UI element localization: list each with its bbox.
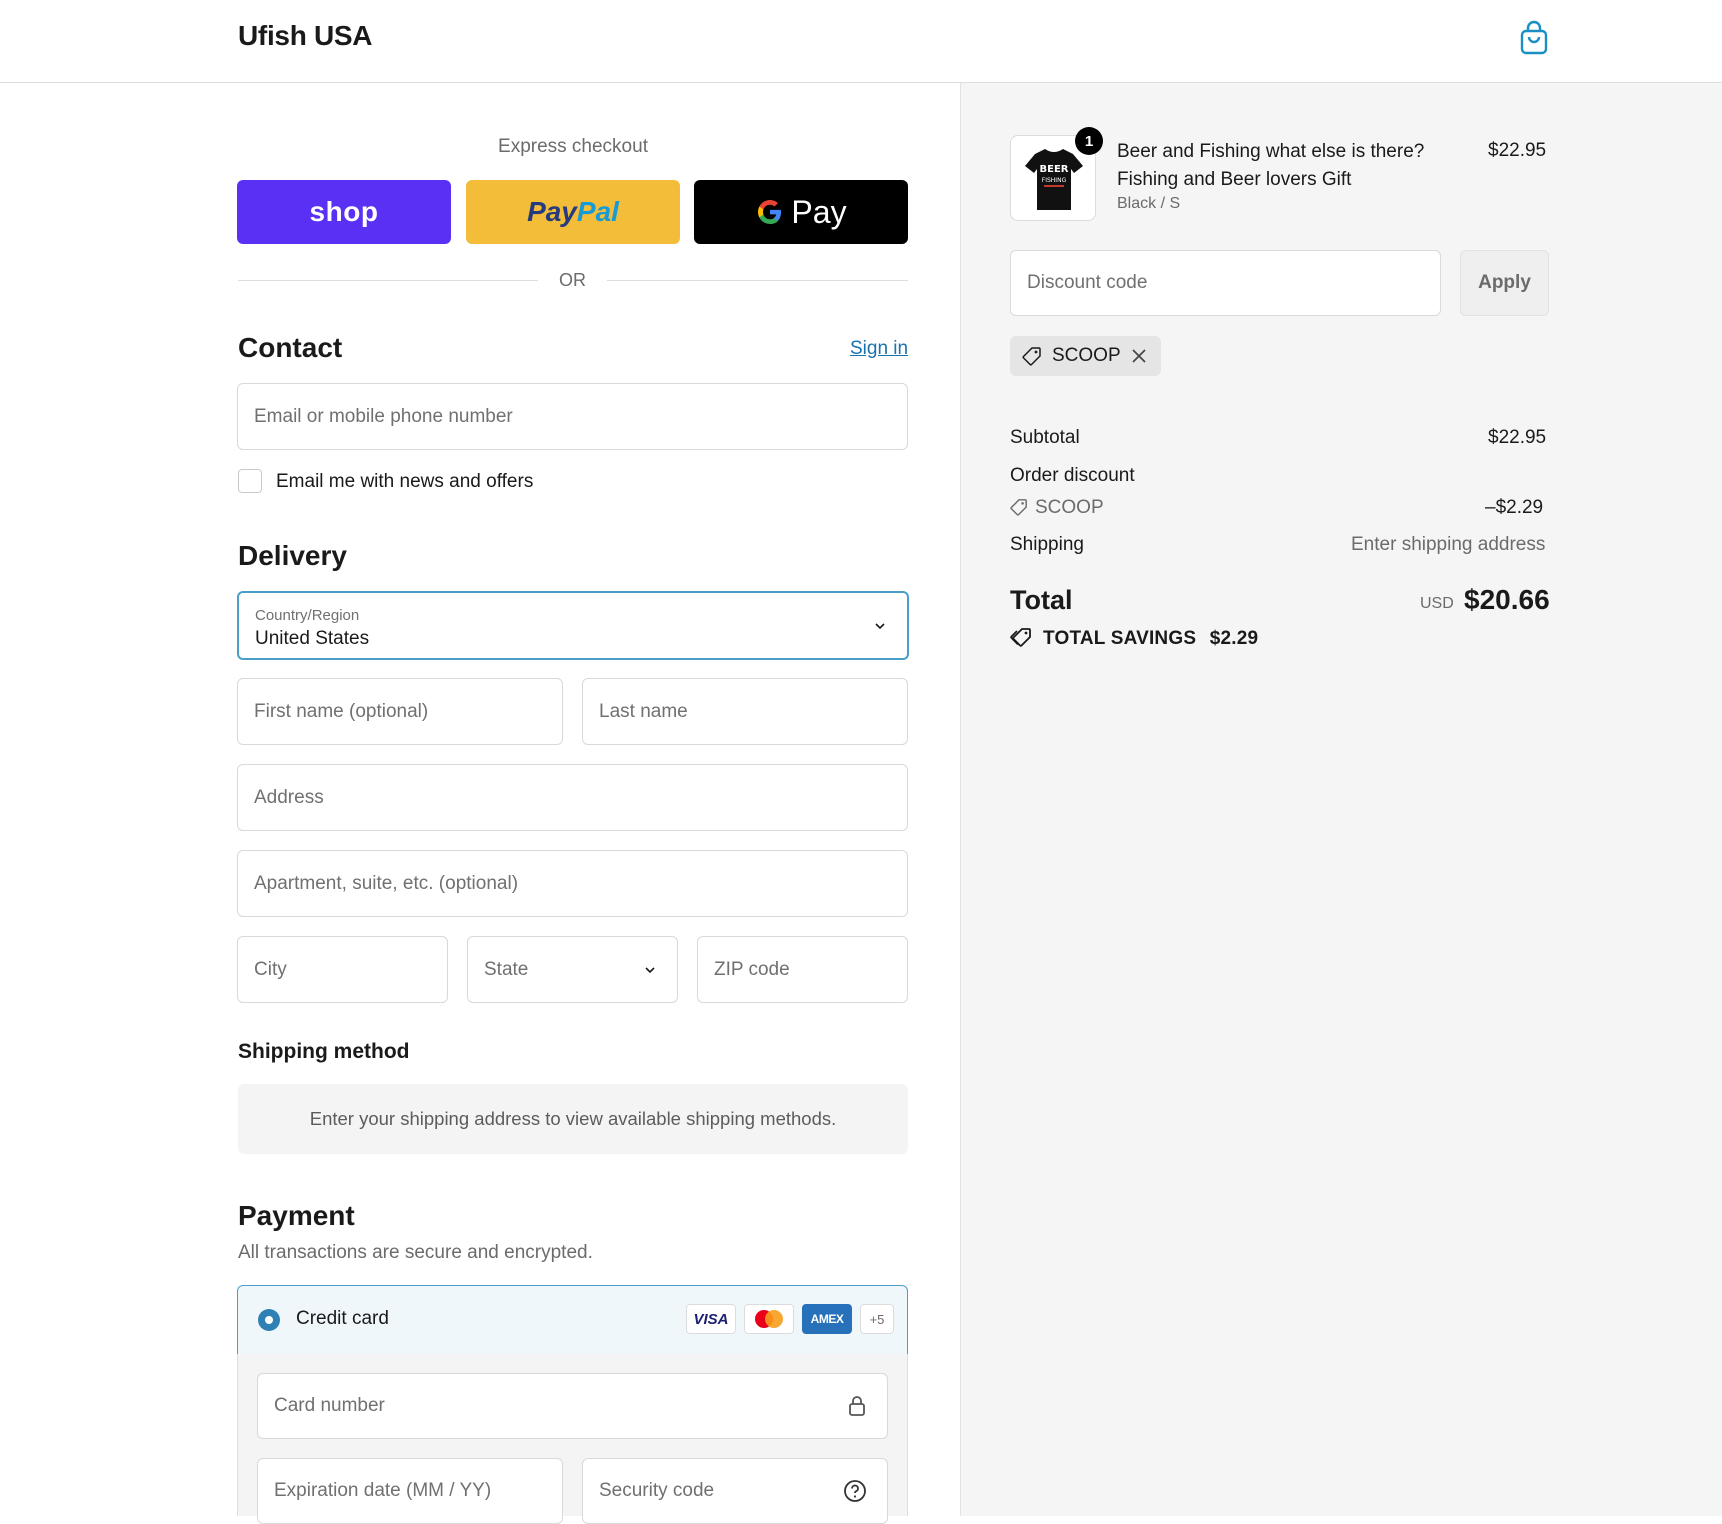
amex-icon: AMEX xyxy=(802,1304,852,1334)
paypal-button[interactable]: Pay Pal xyxy=(466,180,680,244)
divider-left xyxy=(238,280,538,281)
news-checkbox-label[interactable]: Email me with news and offers xyxy=(276,471,533,493)
shipping-label: Shipping xyxy=(1010,534,1084,555)
tag-icon xyxy=(1010,499,1027,516)
expiration-field[interactable]: Expiration date (MM / YY) xyxy=(257,1458,563,1524)
quantity-badge: 1 xyxy=(1075,127,1103,155)
applied-discount-chip: SCOOP xyxy=(1010,336,1161,376)
applied-discount-code: SCOOP xyxy=(1052,345,1121,366)
mastercard-circles-icon xyxy=(755,1310,783,1328)
tshirt-print-text-2: FISHING xyxy=(1042,177,1067,184)
security-code-placeholder: Security code xyxy=(599,1480,715,1501)
delivery-title: Delivery xyxy=(238,540,347,571)
store-brand[interactable]: Ufish USA xyxy=(238,20,373,52)
tag-icon xyxy=(1022,347,1041,366)
shipping-method-title: Shipping method xyxy=(238,1040,410,1063)
country-select[interactable]: Country/Region United States xyxy=(237,591,909,660)
total-savings-value: $2.29 xyxy=(1209,628,1259,649)
more-card-brands-text: +5 xyxy=(869,1311,885,1327)
shopping-bag-icon[interactable] xyxy=(1518,20,1550,56)
shop-pay-button[interactable]: shop xyxy=(237,180,451,244)
card-number-field[interactable]: Card number xyxy=(257,1373,888,1439)
security-code-field[interactable]: Security code xyxy=(582,1458,888,1524)
payment-subtitle: All transactions are secure and encrypte… xyxy=(238,1242,593,1263)
expiration-placeholder: Expiration date (MM / YY) xyxy=(274,1480,492,1501)
google-g-icon xyxy=(758,200,782,224)
sign-in-link[interactable]: Sign in xyxy=(850,338,908,360)
savings-tag-icon xyxy=(1010,628,1031,647)
total-savings-label: TOTAL SAVINGS xyxy=(1043,628,1197,649)
credit-card-radio[interactable] xyxy=(258,1309,280,1331)
visa-icon: VISA xyxy=(686,1304,736,1334)
credit-card-label: Credit card xyxy=(296,1308,389,1329)
first-name-placeholder: First name (optional) xyxy=(254,700,429,722)
state-placeholder: State xyxy=(484,958,529,980)
discount-code-summary: SCOOP xyxy=(1035,497,1104,518)
address-field[interactable]: Address xyxy=(237,764,908,831)
apartment-placeholder: Apartment, suite, etc. (optional) xyxy=(254,872,519,894)
total-savings: TOTAL SAVINGS $2.29 xyxy=(1043,628,1258,650)
help-circle-icon[interactable] xyxy=(843,1479,867,1503)
news-checkbox[interactable] xyxy=(238,469,262,493)
country-value: United States xyxy=(255,628,370,649)
remove-discount-icon[interactable] xyxy=(1131,348,1147,364)
shipping-method-notice: Enter your shipping address to view avai… xyxy=(238,1084,908,1154)
subtotal-label: Subtotal xyxy=(1010,427,1080,448)
order-discount-label: Order discount xyxy=(1010,465,1135,486)
country-label: Country/Region xyxy=(255,607,360,624)
payment-title: Payment xyxy=(238,1200,355,1231)
header: Ufish USA xyxy=(0,0,1722,83)
email-field[interactable]: Email or mobile phone number xyxy=(237,383,908,450)
state-select[interactable]: State xyxy=(467,936,678,1003)
credit-card-option[interactable]: Credit card VISA AMEX +5 xyxy=(237,1285,908,1355)
visa-text: VISA xyxy=(693,1310,729,1328)
or-separator: OR xyxy=(559,270,586,290)
discount-code-placeholder: Discount code xyxy=(1027,272,1148,293)
zip-placeholder: ZIP code xyxy=(714,958,790,980)
paypal-logo-part2: Pal xyxy=(576,196,619,227)
discount-code-field[interactable]: Discount code xyxy=(1010,250,1441,316)
chevron-down-icon xyxy=(875,622,885,629)
subtotal-value: $22.95 xyxy=(1488,427,1547,448)
last-name-field[interactable]: Last name xyxy=(582,678,908,745)
paypal-logo-part1: Pay xyxy=(527,196,577,227)
product-variant: Black / S xyxy=(1117,195,1181,212)
currency-code: USD xyxy=(1420,595,1454,612)
product-price: $22.95 xyxy=(1488,140,1547,161)
city-placeholder: City xyxy=(254,958,287,980)
total-label: Total xyxy=(1010,585,1073,615)
express-checkout-label: Express checkout xyxy=(498,136,648,157)
product-name: Beer and Fishing what else is there? Fis… xyxy=(1117,141,1425,190)
last-name-placeholder: Last name xyxy=(599,700,688,722)
chevron-down-icon xyxy=(645,966,655,973)
lock-icon xyxy=(849,1396,865,1416)
divider-right xyxy=(607,280,908,281)
zip-field[interactable]: ZIP code xyxy=(697,936,908,1003)
first-name-field[interactable]: First name (optional) xyxy=(237,678,563,745)
address-placeholder: Address xyxy=(254,786,324,808)
card-number-placeholder: Card number xyxy=(274,1395,385,1416)
mastercard-icon xyxy=(744,1304,794,1334)
shipping-value: Enter shipping address xyxy=(1351,534,1546,555)
google-pay-label: Pay xyxy=(791,193,847,230)
amex-text: AMEX xyxy=(810,1312,844,1326)
email-placeholder: Email or mobile phone number xyxy=(254,405,513,427)
google-pay-button[interactable]: Pay xyxy=(694,180,908,244)
contact-title: Contact xyxy=(238,332,343,363)
apartment-field[interactable]: Apartment, suite, etc. (optional) xyxy=(237,850,908,917)
city-field[interactable]: City xyxy=(237,936,448,1003)
more-card-brands-badge: +5 xyxy=(860,1304,894,1334)
total-amount: $20.66 xyxy=(1464,584,1550,615)
tshirt-print-text: BEER xyxy=(1040,164,1069,175)
apply-discount-button[interactable]: Apply xyxy=(1460,250,1549,316)
discount-amount: –$2.29 xyxy=(1485,497,1544,518)
